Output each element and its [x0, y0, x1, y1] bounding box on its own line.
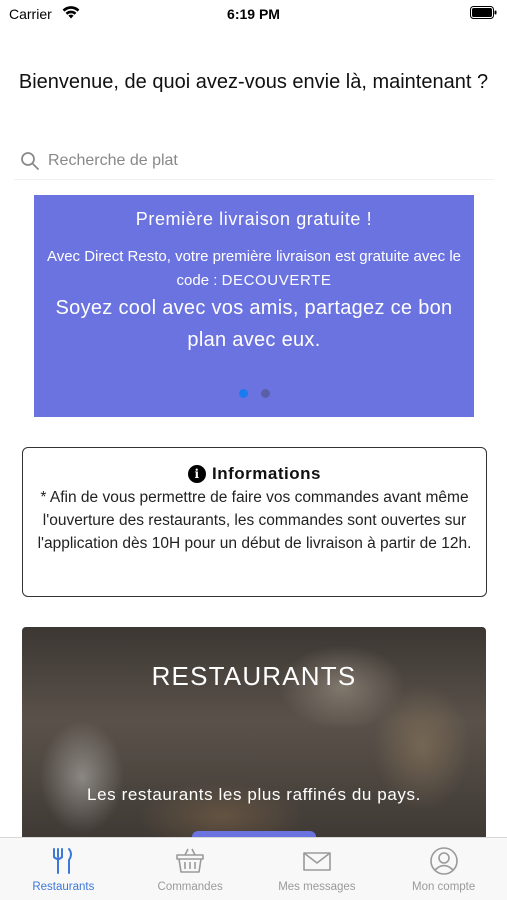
- clock: 6:19 PM: [227, 6, 280, 22]
- info-title: Informations: [212, 464, 321, 483]
- promo-tagline: Soyez cool avec vos amis, partagez ce bo…: [55, 297, 453, 351]
- basket-icon: [176, 848, 204, 873]
- info-icon: i: [188, 465, 207, 483]
- search-input[interactable]: [48, 151, 448, 170]
- battery-icon: [470, 6, 497, 19]
- user-icon: [429, 847, 458, 875]
- tab-label: Restaurants: [32, 881, 95, 893]
- tab-restaurants[interactable]: Restaurants: [0, 838, 127, 900]
- info-box: i Informations * Afin de vous permettre …: [22, 447, 487, 597]
- tab-bar: Restaurants Commandes Mes messages Mon c…: [0, 837, 507, 900]
- carousel-pagination: [34, 389, 474, 398]
- promo-title: Première livraison gratuite !: [135, 209, 373, 229]
- envelope-icon: [303, 852, 331, 871]
- status-bar: Carrier 6:19 PM: [0, 0, 507, 30]
- tab-label: Mon compte: [411, 881, 476, 893]
- carousel-dot[interactable]: [260, 389, 270, 398]
- promo-carousel[interactable]: Première livraison gratuite ! Avec Direc…: [34, 195, 474, 417]
- tab-label: Mes messages: [278, 881, 356, 893]
- restaurants-title: RESTAURANTS: [151, 661, 357, 691]
- search-icon: [21, 151, 39, 170]
- tab-messages[interactable]: Mes messages: [254, 838, 381, 900]
- tab-commandes[interactable]: Commandes: [127, 838, 254, 900]
- search-bar[interactable]: [14, 142, 494, 180]
- cutlery-icon: [53, 848, 73, 874]
- tab-account[interactable]: Mon compte: [380, 838, 507, 900]
- info-text: * Afin de vous permettre de faire vos co…: [37, 489, 472, 552]
- info-header: i Informations: [23, 464, 486, 484]
- carousel-dot[interactable]: [238, 389, 248, 398]
- promo-text: Avec Direct Resto, votre première livrai…: [44, 245, 464, 293]
- promo-code: DECOUVERTE: [221, 272, 332, 289]
- restaurants-subtitle: Les restaurants les plus raffinés du pay…: [87, 785, 421, 804]
- tab-label: Commandes: [157, 881, 223, 893]
- restaurants-card[interactable]: RESTAURANTS Les restaurants les plus raf…: [22, 627, 486, 837]
- page-title: Bienvenue, de quoi avez-vous envie là, m…: [18, 71, 489, 93]
